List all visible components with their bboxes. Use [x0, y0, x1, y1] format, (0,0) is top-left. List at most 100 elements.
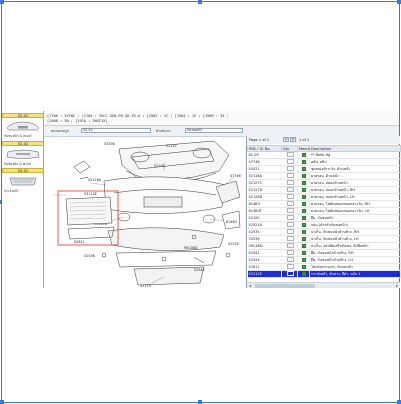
table-row[interactable]: 52127C ฝาครอบ, ปลอกด้านหน้า [247, 179, 401, 187]
table-row[interactable]: 52536 ปะเก็น, กันชนหน้าด้านข้าง, LH [247, 235, 401, 243]
table-row[interactable]: 90C48D ปะเก็น, แผ่นปิดเสริมกันชน, ตัวยึดห… [247, 242, 401, 250]
qty-input[interactable] [286, 201, 294, 207]
table-row[interactable]: 53112E กระจังหน้า, ตัวล่าง, สีดำ, ฉบับ 1 [247, 270, 401, 278]
add-to-cart-icon[interactable] [302, 222, 306, 227]
add-to-cart-icon[interactable] [302, 152, 306, 157]
resize-handle-bottom-right[interactable] [397, 400, 401, 404]
qty-cell[interactable] [281, 242, 298, 250]
table-row[interactable]: 81-09 ** Refer fig [247, 151, 401, 159]
prev-page-button[interactable]: < [283, 137, 289, 142]
memo-cell[interactable] [297, 179, 310, 187]
memo-cell[interactable] [297, 263, 310, 271]
qty-cell[interactable] [281, 179, 298, 187]
qty-input[interactable] [286, 222, 294, 228]
qty-input[interactable] [286, 257, 294, 263]
qty-cell[interactable] [281, 207, 298, 215]
qty-cell[interactable] [281, 158, 298, 166]
add-to-cart-icon[interactable] [302, 173, 306, 178]
qty-input[interactable] [286, 173, 294, 179]
memo-cell[interactable] [297, 172, 310, 180]
add-to-cart-icon[interactable] [302, 271, 306, 276]
memo-cell[interactable] [297, 200, 310, 208]
add-to-cart-icon[interactable] [302, 180, 306, 185]
qty-input[interactable] [286, 194, 294, 200]
memo-cell[interactable] [297, 221, 310, 229]
scroll-right-icon[interactable]: ▸ [394, 283, 400, 289]
memo-cell[interactable] [297, 270, 310, 278]
qty-input[interactable] [286, 152, 294, 158]
next-page-button[interactable]: > [290, 137, 296, 142]
qty-cell[interactable] [281, 193, 298, 201]
qty-cell[interactable] [281, 249, 298, 257]
table-row[interactable]: 53021 ชุดสเปอร์กระจัง, ด้านหน้า [247, 165, 401, 173]
table-row[interactable]: 47746 คลิป, สลิป [247, 158, 401, 166]
add-to-cart-icon[interactable] [302, 236, 306, 241]
table-row[interactable]: 814B3 ฝาครอบ, ไฟตัดหมอกตอนกลางวัน, RH [247, 200, 401, 208]
qty-input[interactable] [286, 236, 294, 242]
memo-cell[interactable] [297, 242, 310, 250]
description-field[interactable]: กันชนหน้า [185, 128, 243, 133]
scrollbar-thumb[interactable] [255, 284, 315, 288]
table-row[interactable]: 52611 โฟมกันกระแทก, กันชนหน้า [247, 263, 401, 271]
thumb-image-front-bumper[interactable] [4, 119, 42, 133]
thumb-image-grille[interactable] [4, 174, 42, 188]
add-to-cart-icon[interactable] [302, 229, 306, 234]
thumb-tab-3[interactable]: 53-01 [2, 168, 44, 173]
table-row[interactable]: 52128B ฝาครอบ, ปลอกด้านหน้า, LH [247, 193, 401, 201]
resize-handle-top-right[interactable] [397, 0, 401, 4]
table-row[interactable]: 52535 ปะเก็น, กันชนหน้าด้านข้าง, RH [247, 228, 401, 236]
add-to-cart-icon[interactable] [302, 159, 306, 164]
table-row[interactable]: 814B4T ฝาครอบ, ไฟตัดหมอกตอนกลางวัน, LH [247, 207, 401, 215]
resize-handle-bottom-mid[interactable] [198, 400, 202, 404]
memo-cell[interactable] [297, 193, 310, 201]
add-to-cart-icon[interactable] [302, 194, 306, 199]
qty-cell[interactable] [281, 186, 298, 194]
add-to-cart-icon[interactable] [302, 166, 306, 171]
scroll-left-icon[interactable]: ◂ [247, 283, 253, 289]
qty-cell[interactable] [281, 256, 298, 264]
qty-cell[interactable] [281, 235, 298, 243]
table-row[interactable]: 52116A ฝาครอบ, ด้านหน้า [247, 172, 401, 180]
qty-cell[interactable] [281, 263, 298, 271]
qty-input[interactable] [286, 229, 294, 235]
thumb-tab-1[interactable]: 52-01 [2, 113, 44, 118]
qty-cell[interactable] [281, 221, 298, 229]
qty-cell[interactable] [281, 165, 298, 173]
memo-cell[interactable] [297, 256, 310, 264]
qty-input[interactable] [286, 159, 294, 165]
qty-input[interactable] [286, 166, 294, 172]
table-row[interactable]: 52521A แผ่น (สำหรับกันชนหน้า) [247, 221, 401, 229]
horizontal-scrollbar[interactable]: ◂ ▸ [247, 282, 400, 288]
qty-input[interactable] [286, 187, 294, 193]
qty-input[interactable] [286, 215, 294, 221]
qty-cell[interactable] [281, 151, 298, 159]
memo-cell[interactable] [297, 165, 310, 173]
add-to-cart-icon[interactable] [302, 264, 306, 269]
resize-handle-bottom-left[interactable] [0, 400, 4, 404]
resize-handle-top-mid[interactable] [198, 0, 202, 4]
add-to-cart-icon[interactable] [302, 215, 306, 220]
qty-cell[interactable] [281, 228, 298, 236]
exploded-view-diagram[interactable]: 52536 52127 47746 52116A 5210C 814B3 525… [44, 136, 245, 288]
resize-handle-top-left[interactable] [0, 0, 4, 4]
add-to-cart-icon[interactable] [302, 250, 306, 255]
memo-cell[interactable] [297, 249, 310, 257]
qty-input[interactable] [286, 271, 294, 277]
memo-cell[interactable] [297, 207, 310, 215]
qty-cell[interactable] [281, 200, 298, 208]
add-to-cart-icon[interactable] [302, 201, 306, 206]
add-to-cart-icon[interactable] [302, 243, 306, 248]
qty-input[interactable] [286, 180, 294, 186]
qty-cell[interactable] [281, 270, 298, 278]
thumb-tab-2[interactable]: 52-02 [2, 141, 44, 146]
memo-cell[interactable] [297, 186, 310, 194]
qty-input[interactable] [286, 208, 294, 214]
table-row[interactable]: 52544 ยึด, กันชนหน้าด้านข้าง, LH [247, 256, 401, 264]
illustration-number-field[interactable]: 52-01 [81, 128, 151, 133]
memo-cell[interactable] [297, 214, 310, 222]
qty-cell[interactable] [281, 214, 298, 222]
add-to-cart-icon[interactable] [302, 208, 306, 213]
qty-input[interactable] [286, 264, 294, 270]
qty-cell[interactable] [281, 172, 298, 180]
memo-cell[interactable] [297, 235, 310, 243]
